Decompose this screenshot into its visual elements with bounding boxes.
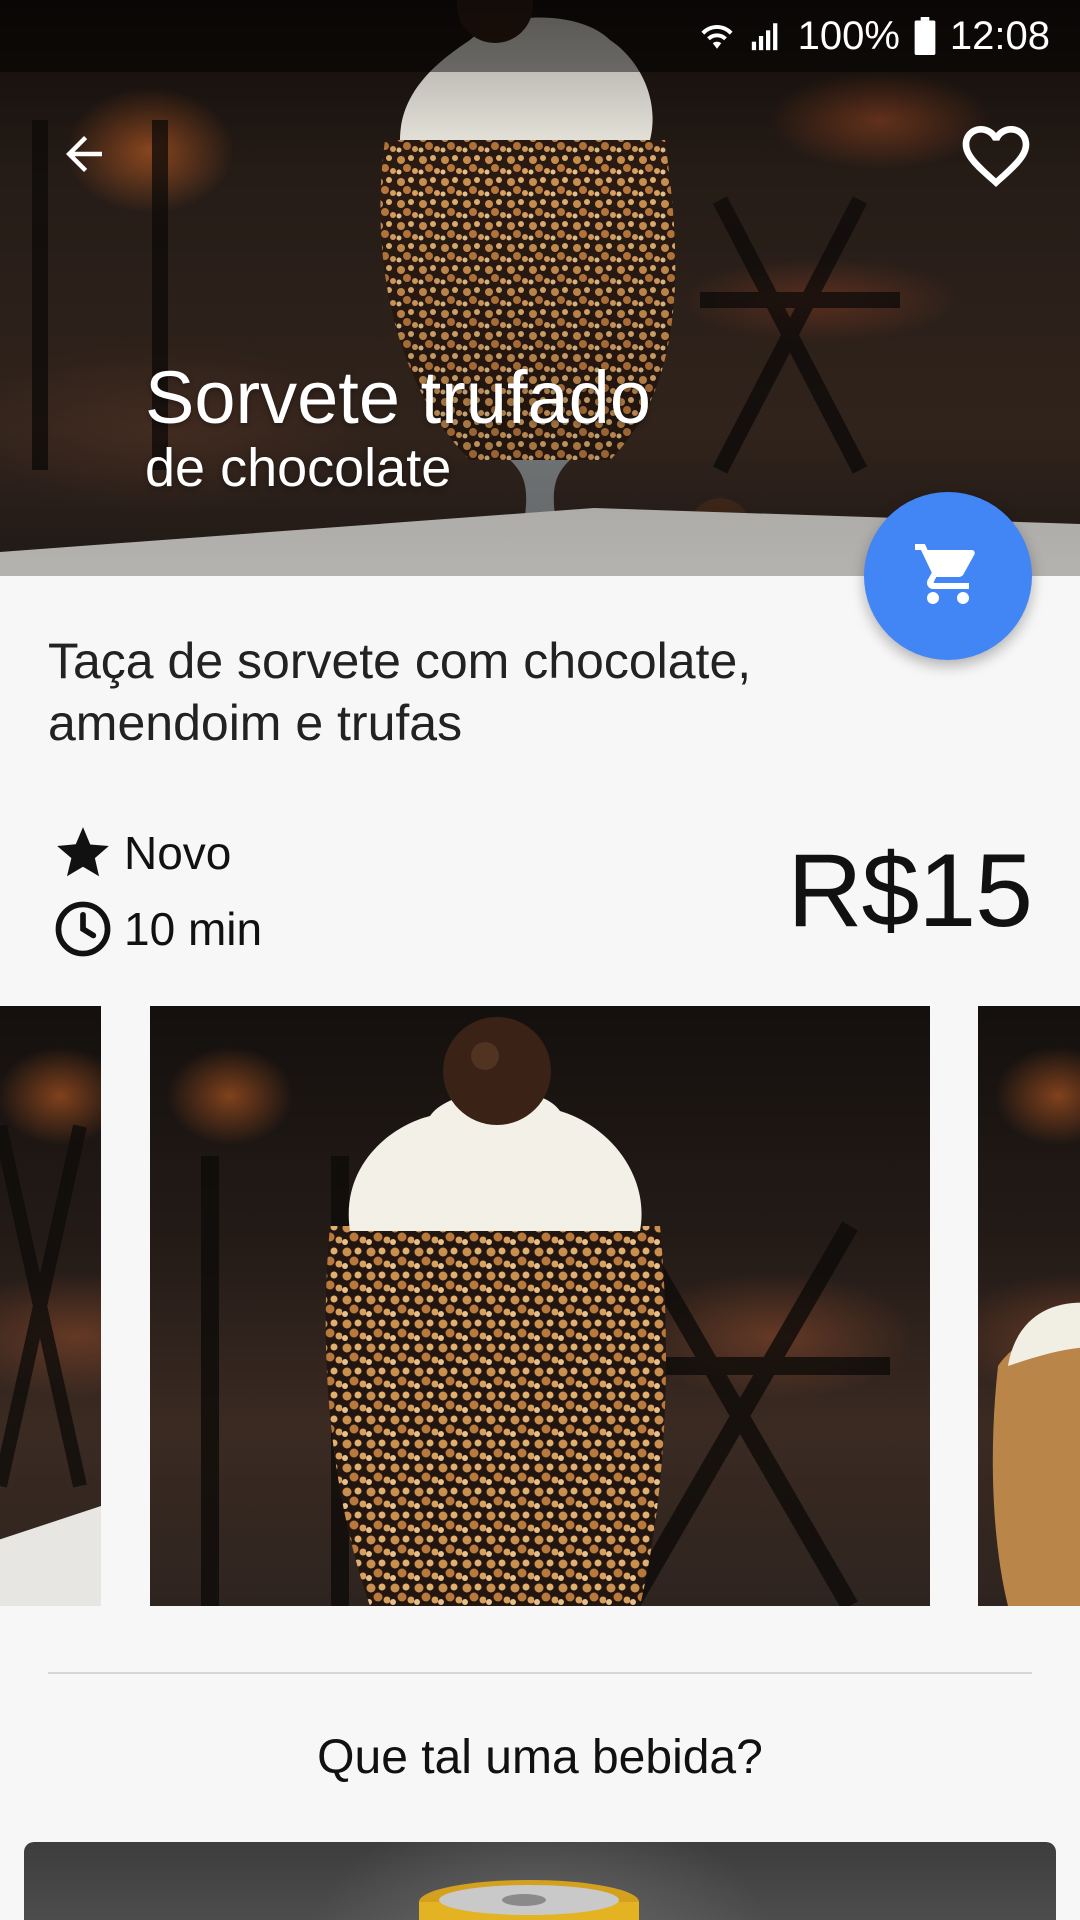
- product-price: R$15: [787, 833, 1033, 949]
- shopping-cart-icon: [912, 538, 984, 615]
- drink-suggestions-title: Que tal uma bebida?: [317, 1731, 763, 1784]
- status-bar: 100% 12:08: [0, 0, 1080, 72]
- arrow-back-icon: [57, 127, 111, 186]
- hero-image: Sorvete trufado de chocolate: [0, 0, 1080, 576]
- battery-icon: [914, 17, 936, 55]
- product-meta: Novo 10 min: [50, 815, 262, 967]
- product-tag: Novo: [124, 827, 232, 879]
- carousel-photo: [992, 1302, 1080, 1606]
- drink-suggestion-card[interactable]: [24, 1842, 1056, 1920]
- star-icon: [50, 820, 116, 886]
- carousel-photo: [0, 1124, 101, 1606]
- product-subtitle: de chocolate: [145, 438, 452, 498]
- carousel-slide-next[interactable]: [978, 1006, 1080, 1606]
- prep-time-row: 10 min: [50, 891, 262, 967]
- product-title: Sorvete trufado: [145, 356, 651, 439]
- back-button[interactable]: [48, 120, 120, 192]
- carousel-slide-current[interactable]: [150, 1006, 930, 1606]
- product-title-block: Sorvete trufado de chocolate: [145, 356, 651, 496]
- product-description: Taça de sorvete com chocolate, amendoim …: [48, 633, 752, 751]
- signal-icon: [748, 19, 784, 53]
- photo-carousel[interactable]: [0, 1006, 1080, 1606]
- clock-icon: [50, 896, 116, 962]
- carousel-photo: [201, 1017, 890, 1606]
- section-divider: [48, 1672, 1032, 1674]
- prep-time: 10 min: [124, 903, 263, 955]
- add-to-cart-button[interactable]: [864, 492, 1032, 660]
- app-bar: [0, 100, 1080, 210]
- clock-time: 12:08: [949, 13, 1050, 58]
- battery-percent: 100%: [797, 13, 900, 58]
- drink-card-photo: [419, 1880, 639, 1920]
- favorite-button[interactable]: [954, 116, 1038, 200]
- wifi-icon: [700, 19, 734, 53]
- product-tag-row: Novo: [50, 815, 262, 891]
- heart-outline-icon: [956, 116, 1036, 201]
- carousel-slide-previous[interactable]: [0, 1006, 101, 1606]
